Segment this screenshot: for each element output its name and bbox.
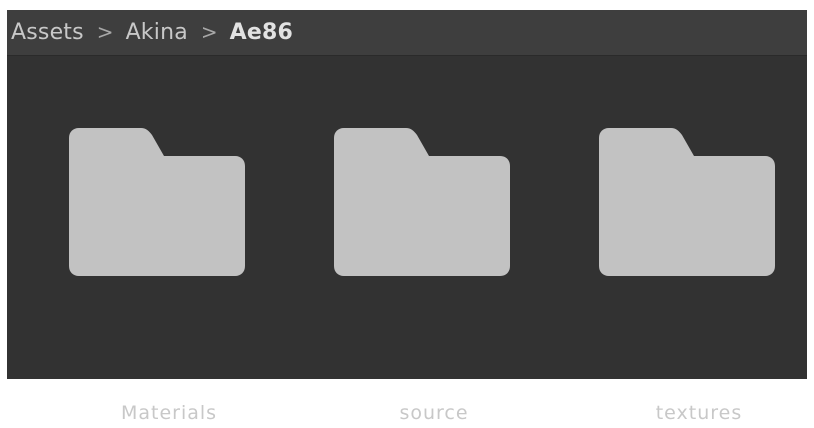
folder-icon [599,128,775,276]
breadcrumb: Assets > Akina > Ae86 [7,10,807,56]
breadcrumb-item-akina[interactable]: Akina [126,20,188,45]
folder-item-source[interactable]: source [334,128,534,428]
folder-icon [69,128,245,276]
breadcrumb-separator-icon: > [200,19,218,44]
folder-label: source [399,402,469,424]
asset-grid: Materials source textures [7,56,807,424]
project-window: Assets > Akina > Ae86 Materials source t… [7,10,807,424]
folder-label: textures [655,402,743,424]
breadcrumb-separator-icon: > [96,19,114,44]
folder-label: Materials [120,402,218,424]
folder-item-materials[interactable]: Materials [69,128,269,428]
folder-item-textures[interactable]: textures [599,128,799,428]
breadcrumb-item-assets[interactable]: Assets [11,20,84,45]
folder-icon [334,128,510,276]
breadcrumb-item-ae86[interactable]: Ae86 [230,20,293,45]
